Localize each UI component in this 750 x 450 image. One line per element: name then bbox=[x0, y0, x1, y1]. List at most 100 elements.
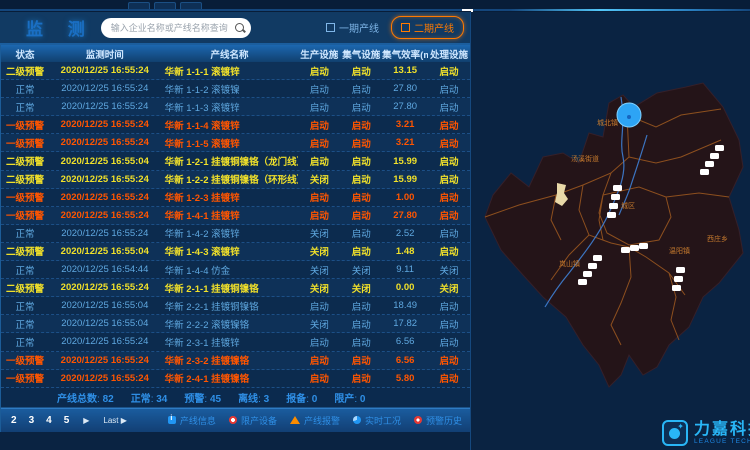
cell-time: 2020/12/25 16:55:24 bbox=[49, 101, 161, 112]
cell-status: 二级预警 bbox=[1, 172, 49, 186]
cell-time: 2020/12/25 16:55:04 bbox=[49, 156, 161, 167]
cell-name: 华新 2-3-1 挂镀锌 bbox=[161, 335, 299, 349]
column-header: 产线名称 bbox=[161, 47, 299, 61]
cell-status: 二级预警 bbox=[1, 64, 49, 78]
table-row[interactable]: 二级预警2020/12/25 16:55:04华新 1-4-3 滚镀锌关闭启动1… bbox=[1, 243, 470, 261]
table-body: 二级预警2020/12/25 16:55:24华新 1-1-1 滚镀锌启动启动1… bbox=[1, 62, 470, 388]
cell-rate: 9.11 bbox=[382, 264, 428, 275]
table-row[interactable]: 正常2020/12/25 16:55:04华新 2-2-1 挂镀铜镍铬启动启动1… bbox=[1, 297, 470, 315]
table-row[interactable]: 一级预警2020/12/25 16:55:24华新 2-3-2 挂镀镍铬启动启动… bbox=[1, 352, 470, 370]
facility-marker[interactable] bbox=[700, 169, 709, 175]
facility-marker[interactable] bbox=[611, 194, 620, 200]
facility-marker[interactable] bbox=[639, 243, 648, 249]
table-row[interactable]: 一级预警2020/12/25 16:55:24华新 2-4-1 挂镀镍铬启动启动… bbox=[1, 370, 470, 388]
facility-marker[interactable] bbox=[613, 185, 622, 191]
legend-item[interactable]: 预警历史 bbox=[414, 414, 462, 427]
last-page-button[interactable]: Last ▶ bbox=[103, 416, 127, 425]
checkbox-icon[interactable] bbox=[401, 23, 410, 32]
cell-prod: 启动 bbox=[298, 299, 340, 313]
legend-label: 产线报警 bbox=[304, 414, 340, 427]
cell-name: 华新 1-2-3 挂镀锌 bbox=[161, 190, 299, 204]
table-row[interactable]: 一级预警2020/12/25 16:55:24华新 1-1-4 滚镀锌启动启动3… bbox=[1, 116, 470, 134]
cell-rate: 5.80 bbox=[382, 373, 428, 384]
cell-prod: 关闭 bbox=[298, 172, 340, 186]
logo-name: 力嘉科技 bbox=[694, 422, 750, 438]
phase1-checkbox[interactable]: 一期产线 bbox=[326, 20, 379, 35]
table-row[interactable]: 一级预警2020/12/25 16:55:24华新 1-1-5 滚镀锌启动启动3… bbox=[1, 134, 470, 152]
cell-gas: 启动 bbox=[340, 172, 382, 186]
checkbox-icon[interactable] bbox=[326, 23, 335, 32]
legend-item[interactable]: 产线信息 bbox=[168, 414, 216, 427]
cell-gas: 启动 bbox=[340, 226, 382, 240]
table-row[interactable]: 二级预警2020/12/25 16:55:24华新 1-1-1 滚镀锌启动启动1… bbox=[1, 62, 470, 80]
table-row[interactable]: 二级预警2020/12/25 16:55:24华新 1-2-2 挂镀铜镍铬（环形… bbox=[1, 171, 470, 189]
page-button[interactable]: 5 bbox=[64, 415, 70, 426]
map-place-label: 温阳镇 bbox=[669, 246, 690, 255]
cell-rate: 1.48 bbox=[382, 246, 428, 257]
cell-gas: 启动 bbox=[340, 100, 382, 114]
facility-marker[interactable] bbox=[583, 271, 592, 277]
facility-marker[interactable] bbox=[609, 203, 618, 209]
facility-marker[interactable] bbox=[705, 161, 714, 167]
cell-treat: 启动 bbox=[428, 154, 470, 168]
facility-marker[interactable] bbox=[578, 279, 587, 285]
search-box[interactable] bbox=[101, 18, 251, 38]
facility-marker[interactable] bbox=[672, 285, 681, 291]
facility-marker[interactable] bbox=[607, 212, 616, 218]
legend-label: 预警历史 bbox=[426, 414, 462, 427]
cell-name: 华新 1-4-2 滚镀锌 bbox=[161, 226, 299, 240]
cell-name: 华新 2-3-2 挂镀镍铬 bbox=[161, 353, 299, 367]
table-row[interactable]: 正常2020/12/25 16:54:44华新 1-4-4 仿金关闭关闭9.11… bbox=[1, 261, 470, 279]
map-place-label: 城北镇 bbox=[597, 118, 618, 127]
cell-treat: 启动 bbox=[428, 100, 470, 114]
cell-prod: 关闭 bbox=[298, 281, 340, 295]
facility-marker[interactable] bbox=[676, 267, 685, 273]
next-page-button[interactable]: ▶ bbox=[83, 416, 89, 425]
facility-marker[interactable] bbox=[715, 145, 724, 151]
facility-marker[interactable] bbox=[674, 276, 683, 282]
table-row[interactable]: 正常2020/12/25 16:55:24华新 2-3-1 挂镀锌启动启动6.5… bbox=[1, 333, 470, 351]
facility-marker[interactable] bbox=[593, 255, 602, 261]
legend-label: 产线信息 bbox=[180, 414, 216, 427]
page-button[interactable]: 2 bbox=[11, 415, 17, 426]
table-row[interactable]: 正常2020/12/25 16:55:24华新 1-1-2 滚镀镍启动启动27.… bbox=[1, 80, 470, 98]
cell-treat: 启动 bbox=[428, 244, 470, 258]
cell-prod: 启动 bbox=[298, 64, 340, 78]
cell-prod: 启动 bbox=[298, 335, 340, 349]
table-row[interactable]: 正常2020/12/25 16:55:24华新 1-4-2 滚镀锌关闭启动2.5… bbox=[1, 225, 470, 243]
alert-circle-marker[interactable] bbox=[617, 103, 641, 127]
phase2-checkbox[interactable]: 二期产线 bbox=[391, 16, 464, 39]
cell-treat: 关闭 bbox=[428, 281, 470, 295]
search-input[interactable] bbox=[111, 20, 237, 36]
summary-item: 限产: 0 bbox=[334, 390, 365, 405]
facility-marker[interactable] bbox=[588, 263, 597, 269]
cell-treat: 启动 bbox=[428, 371, 470, 385]
cell-time: 2020/12/25 16:55:24 bbox=[49, 210, 161, 221]
search-icon[interactable] bbox=[234, 22, 246, 34]
table-row[interactable]: 二级预警2020/12/25 16:55:04华新 1-2-1 挂镀铜镍铬（龙门… bbox=[1, 152, 470, 170]
table-row[interactable]: 正常2020/12/25 16:55:24华新 1-1-3 滚镀锌启动启动27.… bbox=[1, 98, 470, 116]
page-button[interactable]: 3 bbox=[29, 415, 35, 426]
table-row[interactable]: 一级预警2020/12/25 16:55:24华新 1-4-1 挂镀锌启动启动2… bbox=[1, 207, 470, 225]
district-map[interactable]: 城北镇汤溪街道城区西庄乡温阳镇岚山镇 bbox=[471, 45, 750, 450]
legend-item[interactable]: 限产设备 bbox=[229, 414, 277, 427]
cell-name: 华新 1-2-1 挂镀铜镍铬（龙门线） bbox=[161, 154, 299, 168]
cell-time: 2020/12/25 16:55:24 bbox=[49, 137, 161, 148]
cell-prod: 关闭 bbox=[298, 263, 340, 277]
phase-filter-group: 一期产线 二期产线 bbox=[326, 16, 470, 39]
table-row[interactable]: 二级预警2020/12/25 16:55:24华新 2-1-1 挂镀铜镍铬关闭关… bbox=[1, 279, 470, 297]
alarm-triangle-icon bbox=[290, 416, 300, 424]
cell-name: 华新 1-1-1 滚镀锌 bbox=[161, 64, 299, 78]
table-row[interactable]: 一级预警2020/12/25 16:55:24华新 1-2-3 挂镀锌启动启动1… bbox=[1, 189, 470, 207]
page-button[interactable]: 4 bbox=[46, 415, 52, 426]
facility-marker[interactable] bbox=[621, 247, 630, 253]
facility-marker[interactable] bbox=[710, 153, 719, 159]
legend-item[interactable]: 产线报警 bbox=[290, 414, 340, 427]
cell-rate: 15.99 bbox=[382, 156, 428, 167]
cell-treat: 启动 bbox=[428, 118, 470, 132]
table-row[interactable]: 正常2020/12/25 16:55:04华新 2-2-2 滚镀镍铬关闭启动17… bbox=[1, 315, 470, 333]
facility-marker[interactable] bbox=[630, 245, 639, 251]
cell-time: 2020/12/25 16:55:24 bbox=[49, 336, 161, 347]
cell-prod: 启动 bbox=[298, 190, 340, 204]
legend-item[interactable]: 实时工况 bbox=[353, 414, 401, 427]
